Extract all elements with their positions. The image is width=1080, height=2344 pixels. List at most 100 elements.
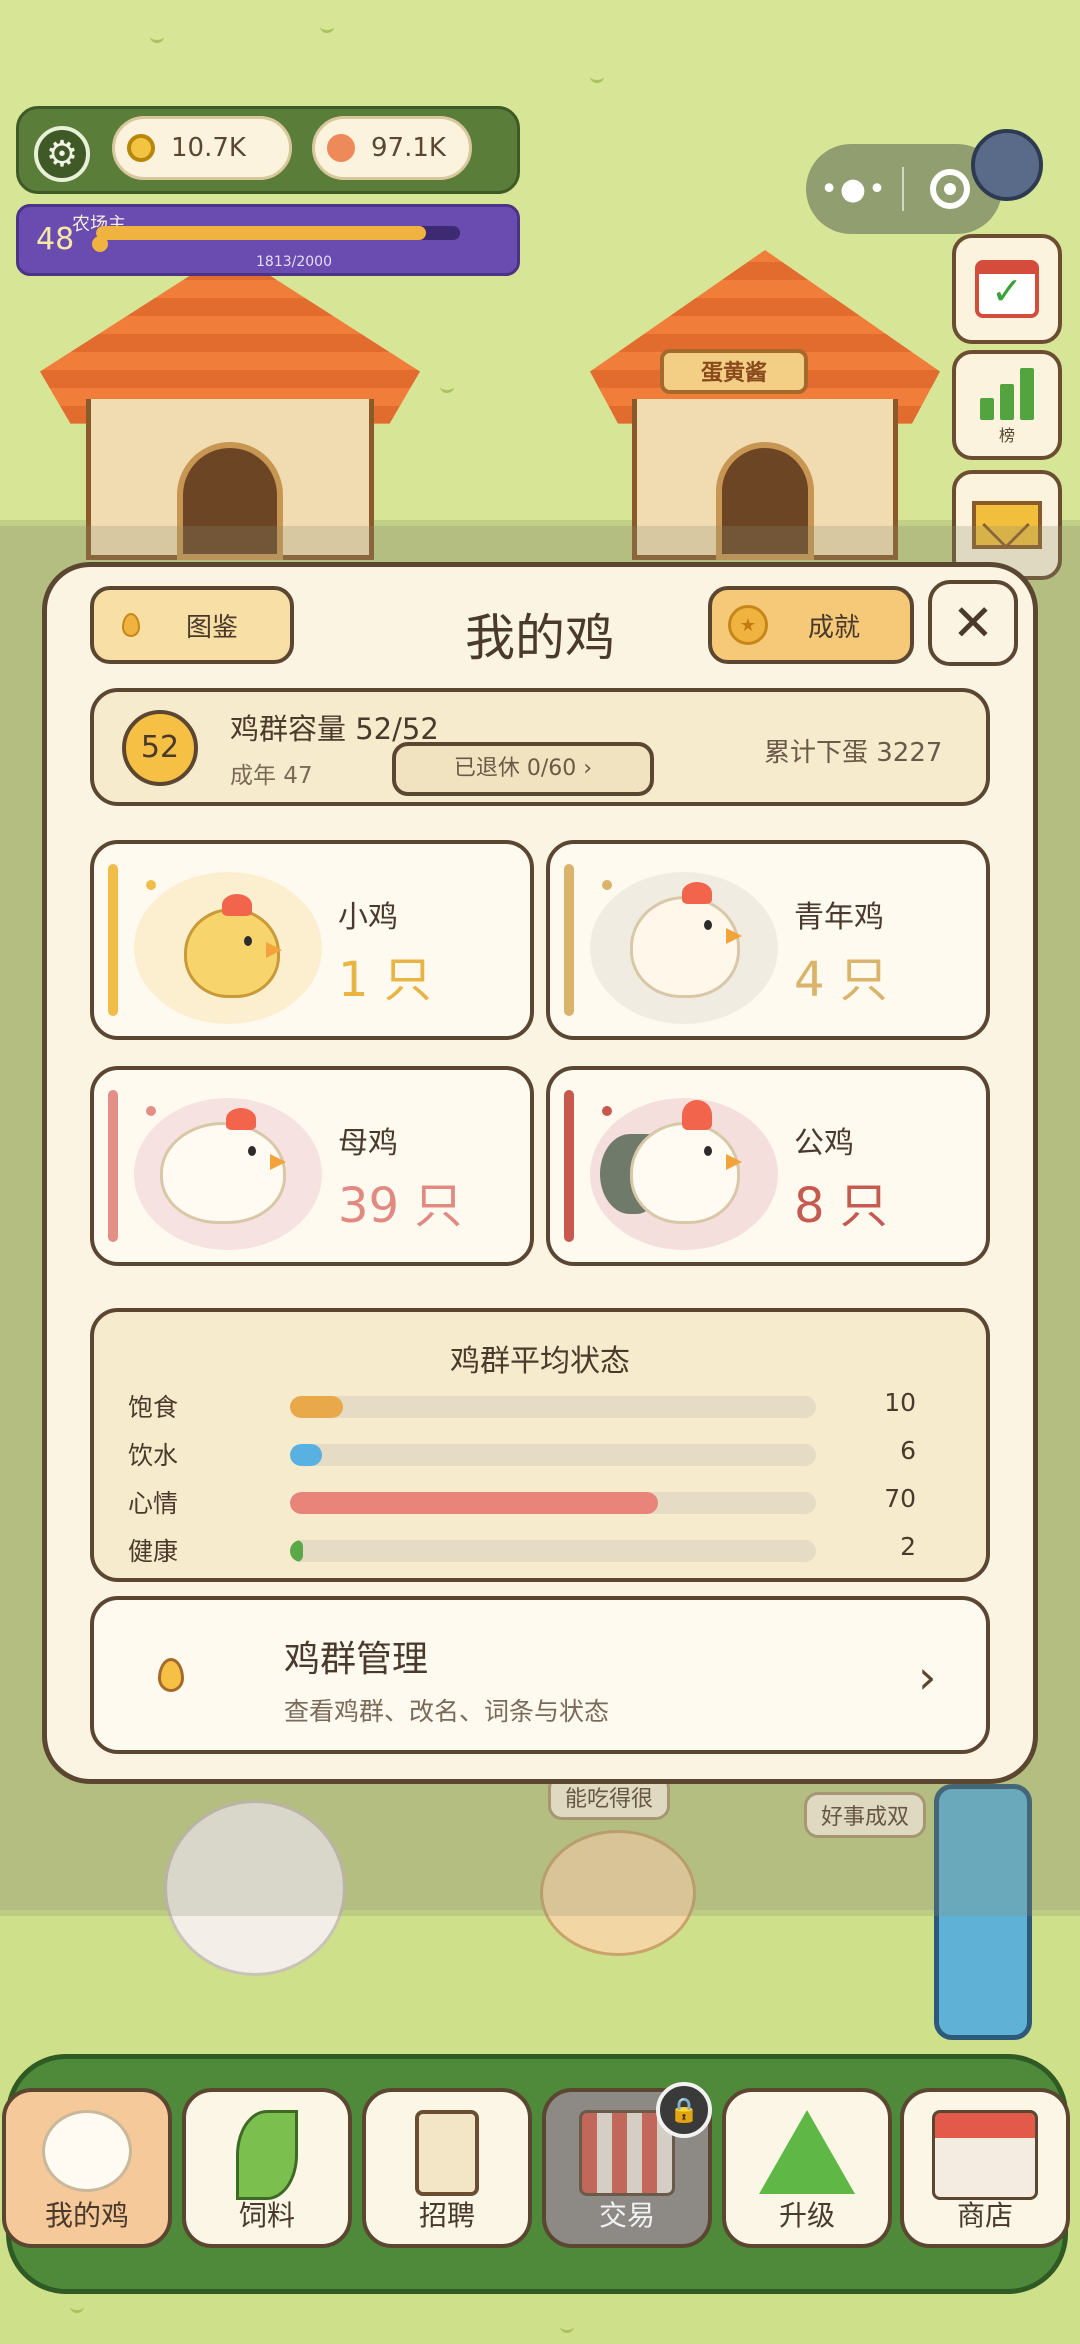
coin-icon (127, 134, 155, 162)
category-card-rooster[interactable]: 公鸡 8 只 (546, 1066, 990, 1266)
globe-button[interactable] (952, 110, 1062, 220)
level-number: 48 (36, 222, 75, 257)
grass-tuft (440, 380, 454, 393)
coin-amount: 10.7K (171, 133, 246, 163)
hen-comb (226, 1108, 256, 1130)
stat-track (290, 1492, 816, 1514)
nav-upgrade[interactable]: 升级 (722, 2088, 892, 2248)
xp-progress-fill (96, 226, 426, 240)
capsule-divider (902, 167, 904, 211)
leaf-icon (236, 2110, 298, 2200)
category-dot (602, 1106, 612, 1116)
chick-comb (222, 894, 252, 916)
nav-shop[interactable]: 商店 (900, 2088, 1070, 2248)
ranking-button[interactable]: 榜 (952, 350, 1062, 460)
gem-amount: 97.1K (371, 133, 446, 163)
arrow-up-icon (759, 2110, 855, 2194)
nav-feed[interactable]: 饲料 (182, 2088, 352, 2248)
star-medal-icon: ★ (728, 605, 768, 645)
rooster-comb (682, 1100, 712, 1130)
category-card-chick[interactable]: 小鸡 1 只 (90, 840, 534, 1040)
stat-value: 10 (884, 1388, 916, 1417)
chicken-coop[interactable] (40, 250, 420, 560)
stat-label: 饱食 (128, 1393, 179, 1422)
settings-button[interactable]: ⚙ (34, 126, 90, 182)
chicken-icon (42, 2110, 132, 2192)
stat-label: 健康 (128, 1537, 179, 1566)
adult-count: 成年 47 (230, 763, 313, 789)
chick-beak (266, 942, 282, 958)
globe-icon (971, 129, 1043, 201)
stat-fill (290, 1540, 304, 1562)
management-title: 鸡群管理 (284, 1639, 429, 1680)
stat-track (290, 1540, 816, 1562)
nav-recruit[interactable]: 招聘 (362, 2088, 532, 2248)
close-icon: ✕ (952, 594, 994, 652)
pullet-eye (704, 920, 712, 930)
dialog-title: 我的鸡 (465, 609, 615, 667)
category-name: 青年鸡 (794, 900, 884, 935)
rooster-beak (726, 1154, 742, 1170)
nav-label: 商店 (956, 2199, 1013, 2232)
stat-value: 6 (900, 1436, 916, 1465)
category-dot (602, 880, 612, 890)
total-eggs: 累计下蛋 3227 (764, 738, 943, 768)
stat-value: 70 (884, 1484, 916, 1513)
clipboard-icon (415, 2110, 479, 2196)
stat-fill (290, 1492, 659, 1514)
category-count: 8 只 (794, 1178, 888, 1234)
coin-counter[interactable]: 10.7K (112, 116, 292, 180)
category-stripe (564, 864, 574, 1016)
nav-label: 我的鸡 (44, 2199, 129, 2232)
hen-eye (248, 1146, 256, 1156)
stat-label: 心情 (128, 1489, 179, 1518)
checkin-button[interactable]: ✓ (952, 234, 1062, 344)
hen-icon (160, 1122, 286, 1224)
stat-fill (290, 1444, 322, 1466)
house-sign: 蛋黄酱 (660, 349, 808, 395)
hen-beak (270, 1154, 286, 1170)
close-button[interactable]: ✕ (928, 580, 1018, 666)
grass-tuft (150, 30, 164, 43)
gem-counter[interactable]: 97.1K (312, 116, 472, 180)
stat-row-satiety: 饱食 10 (128, 1386, 928, 1426)
xp-text: 1813/2000 (256, 254, 332, 270)
category-stripe (564, 1090, 574, 1242)
nav-label: 升级 (778, 2199, 835, 2232)
category-name: 公鸡 (794, 1126, 854, 1161)
ranking-label: 榜 (998, 426, 1015, 445)
rooster-eye (704, 1146, 712, 1156)
mayo-house[interactable]: 蛋黄酱 (590, 250, 940, 560)
pullet-comb (682, 882, 712, 904)
grass-tuft (320, 20, 334, 33)
xp-marker (92, 236, 108, 252)
achievements-button[interactable]: ★ 成就 (708, 586, 914, 664)
stat-track (290, 1396, 816, 1418)
retired-button[interactable]: 已退休 0/60 › (392, 742, 654, 796)
stat-value: 2 (900, 1532, 916, 1561)
nav-label: 招聘 (418, 2199, 475, 2232)
more-menu-icon[interactable]: •●• (806, 172, 902, 207)
category-card-hen[interactable]: 母鸡 39 只 (90, 1066, 534, 1266)
category-dot (146, 1106, 156, 1116)
chevron-right-icon: › (918, 1650, 937, 1704)
nav-label: 交易 (598, 2199, 655, 2232)
nav-my-chickens[interactable]: 我的鸡 (2, 2088, 172, 2248)
category-name: 母鸡 (338, 1126, 398, 1161)
xp-progress-bar (96, 226, 460, 240)
golden-egg-icon (158, 1658, 184, 1692)
calendar-check-icon: ✓ (975, 260, 1039, 318)
category-dot (146, 880, 156, 890)
rooster-icon (630, 1122, 740, 1224)
category-count: 1 只 (338, 952, 432, 1008)
flock-status-title: 鸡群平均状态 (450, 1344, 630, 1379)
flock-management-button[interactable] (90, 1596, 990, 1754)
category-card-pullet[interactable]: 青年鸡 4 只 (546, 840, 990, 1040)
grass-tuft (590, 70, 604, 83)
lock-icon: 🔒 (656, 2082, 712, 2138)
gem-icon (327, 134, 355, 162)
stat-row-water: 饮水 6 (128, 1434, 928, 1474)
pullet-icon (630, 896, 740, 998)
gear-icon: ⚙ (45, 133, 79, 175)
category-name: 小鸡 (338, 900, 398, 935)
